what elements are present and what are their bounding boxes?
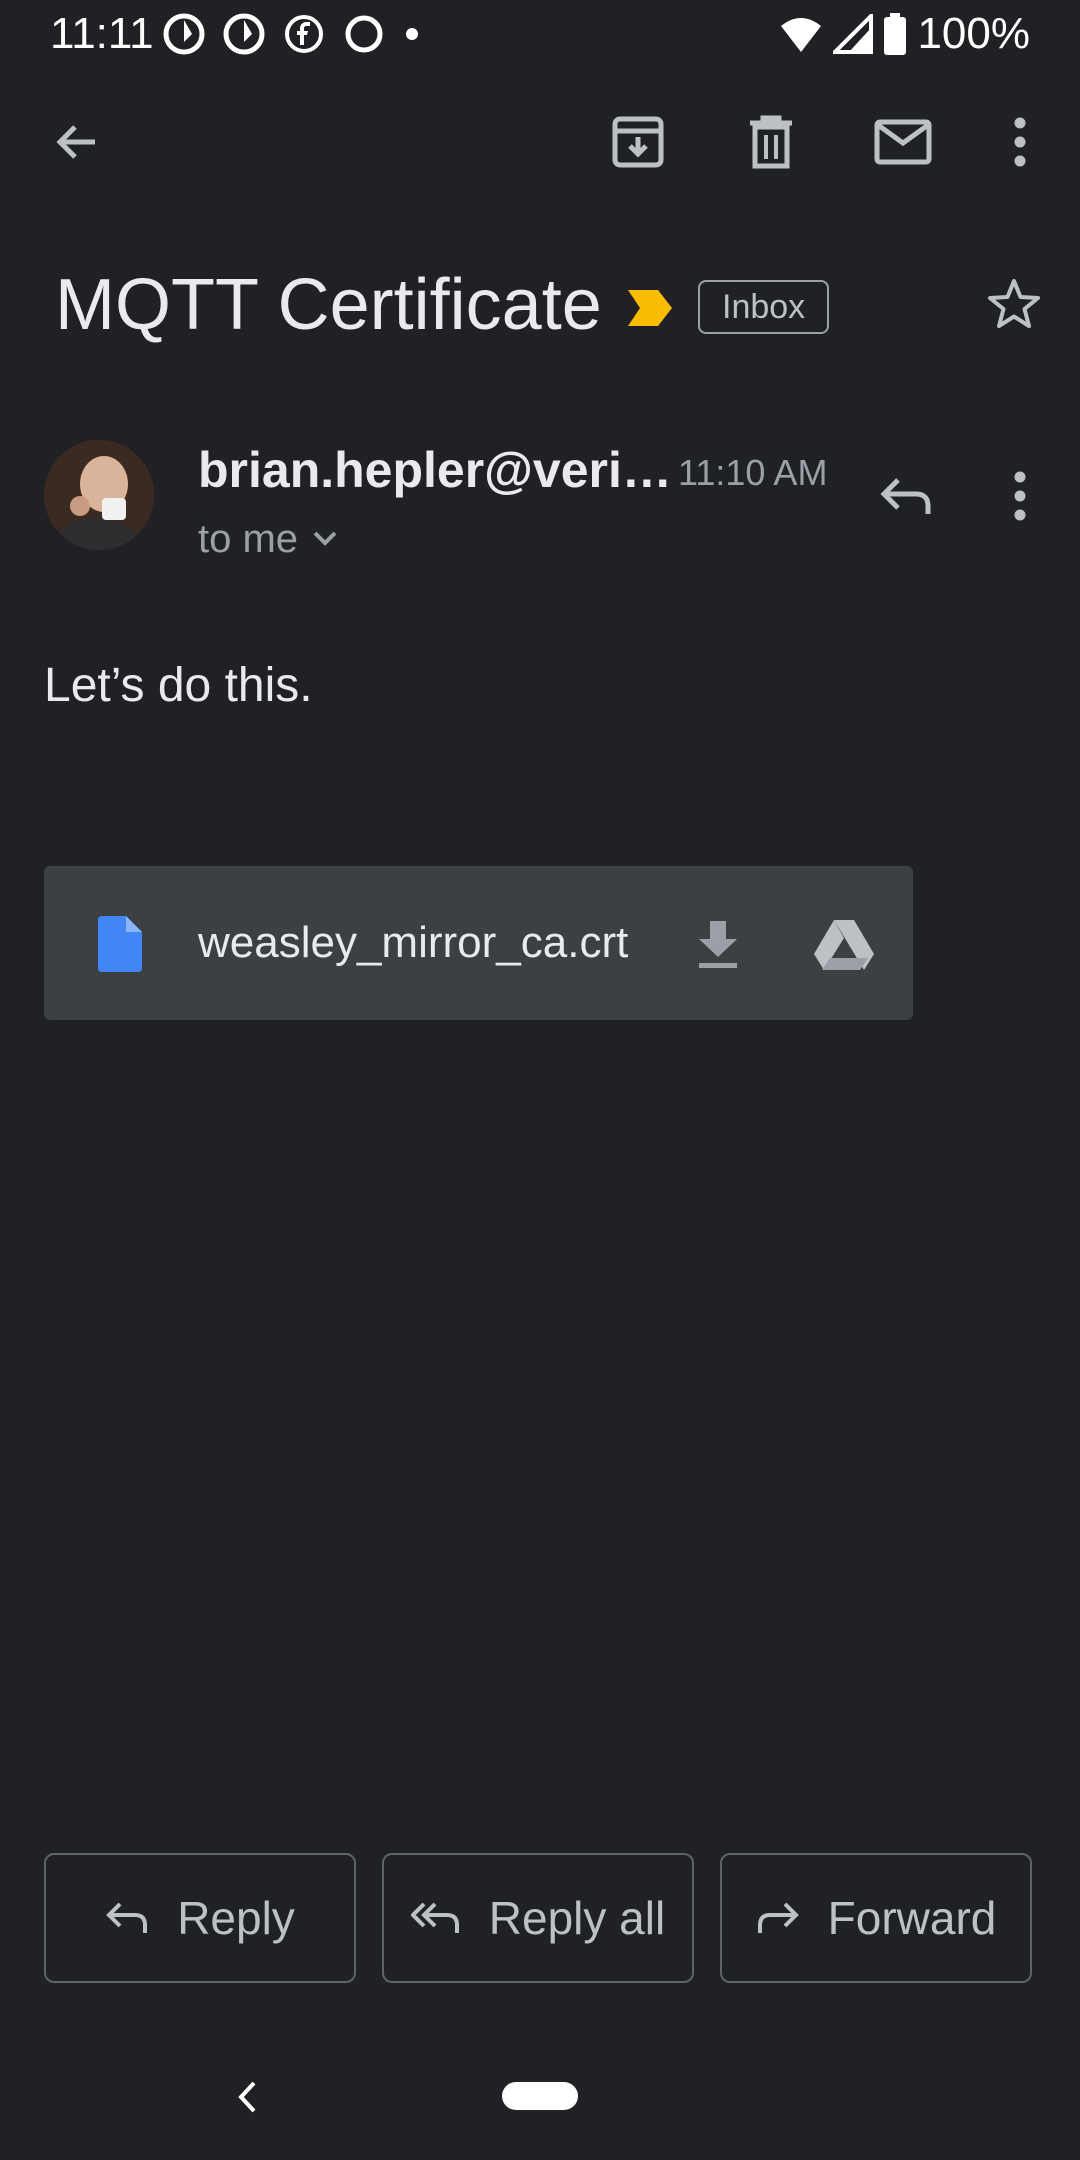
sync-circle-icon <box>342 12 386 56</box>
status-time: 11:11 <box>50 9 154 58</box>
forward-icon <box>756 1901 800 1935</box>
star-button[interactable] <box>974 264 1054 344</box>
notification-app-icon <box>162 12 206 56</box>
mark-unread-icon <box>874 119 932 165</box>
notification-icons <box>162 12 422 56</box>
facebook-icon <box>282 12 326 56</box>
drive-icon <box>814 920 874 970</box>
attachment-card[interactable]: weasley_mirror_ca.crt <box>44 866 913 1020</box>
more-vert-icon <box>1013 471 1027 521</box>
inbox-label[interactable]: Inbox <box>698 280 830 334</box>
reply-all-button-label: Reply all <box>488 1892 666 1944</box>
chevron-down-icon <box>312 530 338 548</box>
email-time: 11:10 AM <box>678 452 828 493</box>
download-button[interactable] <box>680 906 756 982</box>
back-arrow-icon <box>51 117 101 167</box>
save-to-drive-button[interactable] <box>802 906 886 982</box>
delete-button[interactable] <box>731 102 811 182</box>
forward-button[interactable]: Forward <box>720 1853 1032 1983</box>
mark-unread-button[interactable] <box>863 102 943 182</box>
forward-button-label: Forward <box>827 1892 997 1944</box>
nav-back-icon <box>238 2081 256 2113</box>
attachment-filename: weasley_mirror_ca.crt <box>198 918 629 967</box>
email-body: Let’s do this. <box>44 659 313 712</box>
nav-back-button[interactable] <box>222 2072 272 2122</box>
reply-icon-button[interactable] <box>866 456 946 536</box>
delete-icon <box>748 115 794 169</box>
message-more-button[interactable] <box>980 456 1060 536</box>
cell-signal-icon <box>833 14 874 54</box>
wifi-icon <box>779 14 823 54</box>
archive-button[interactable] <box>598 102 678 182</box>
more-options-button[interactable] <box>980 102 1060 182</box>
home-pill[interactable] <box>502 2082 578 2110</box>
reply-icon <box>105 1901 149 1935</box>
email-subject: MQTT Certificate <box>55 265 602 345</box>
battery-icon <box>883 13 907 55</box>
back-button[interactable] <box>36 102 116 182</box>
sender-avatar[interactable] <box>44 440 154 550</box>
reply-all-icon <box>410 1901 461 1935</box>
recipient-label: to me <box>198 517 299 561</box>
reply-icon <box>880 476 932 516</box>
battery-percent: 100% <box>917 9 1030 58</box>
more-vert-icon <box>1013 117 1027 167</box>
download-icon <box>699 921 737 968</box>
recipient-details[interactable]: to me <box>198 512 338 566</box>
reply-button[interactable]: Reply <box>44 1853 356 1983</box>
archive-icon <box>611 115 665 169</box>
reply-all-button[interactable]: Reply all <box>382 1853 694 1983</box>
star-icon <box>987 278 1041 330</box>
dot-icon <box>402 12 422 56</box>
reply-button-label: Reply <box>177 1892 295 1944</box>
file-icon <box>98 916 142 972</box>
sender-name[interactable]: brian.hepler@veri… <box>198 440 672 500</box>
status-right: 100% <box>779 8 1030 60</box>
notification-app-icon <box>222 12 266 56</box>
important-marker-icon[interactable] <box>626 288 674 328</box>
